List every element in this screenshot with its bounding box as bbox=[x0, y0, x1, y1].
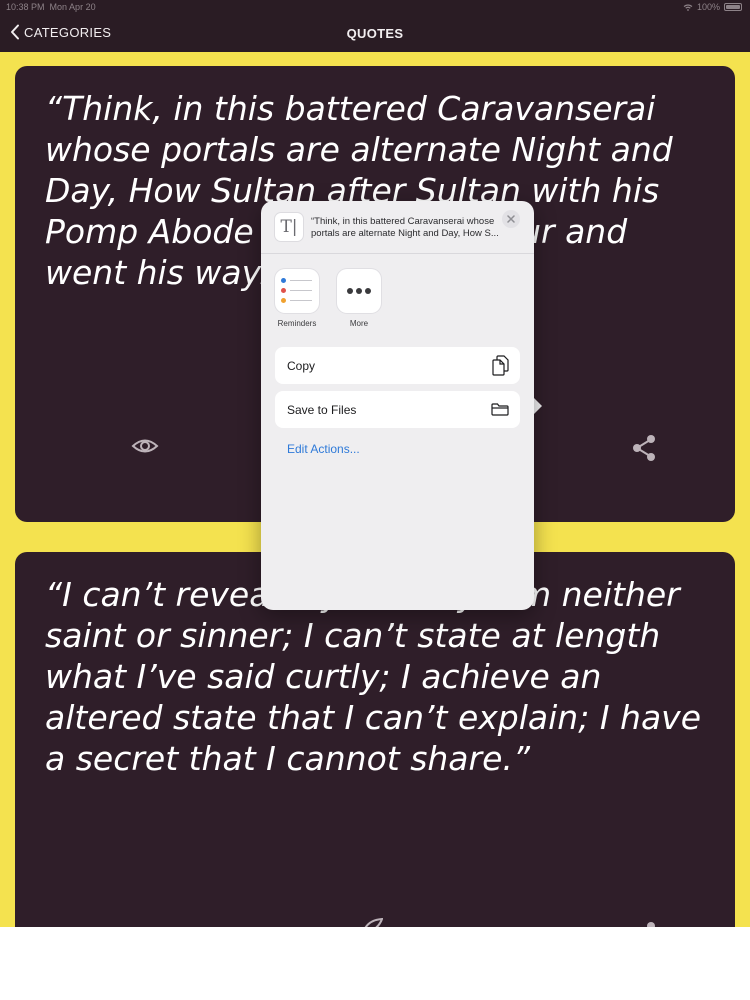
copy-icon bbox=[492, 355, 509, 376]
more-icon bbox=[337, 269, 381, 313]
battery-fill bbox=[726, 5, 740, 9]
app-label: More bbox=[349, 319, 369, 328]
copy-action[interactable]: Copy bbox=[275, 347, 520, 384]
share-sheet-header: T| “Think, in this battered Caravanserai… bbox=[261, 201, 534, 254]
wifi-icon bbox=[683, 3, 693, 11]
app-reminders[interactable]: Reminders bbox=[275, 269, 319, 328]
battery-icon bbox=[724, 3, 742, 11]
eye-icon[interactable] bbox=[131, 436, 159, 456]
app-more[interactable]: More bbox=[337, 269, 381, 328]
reminders-icon bbox=[275, 269, 319, 313]
share-sheet: T| “Think, in this battered Caravanserai… bbox=[261, 201, 534, 610]
share-icon[interactable] bbox=[631, 434, 657, 462]
share-icon[interactable] bbox=[645, 920, 657, 927]
edit-actions-link[interactable]: Edit Actions... bbox=[287, 442, 360, 456]
folder-icon bbox=[491, 403, 509, 416]
status-date: Mon Apr 20 bbox=[49, 2, 96, 12]
save-to-files-action[interactable]: Save to Files bbox=[275, 391, 520, 428]
status-time-date: 10:38 PM Mon Apr 20 bbox=[6, 2, 96, 12]
text-document-icon: T| bbox=[275, 213, 303, 241]
status-time: 10:38 PM bbox=[6, 2, 45, 12]
close-icon bbox=[507, 215, 515, 223]
status-right: 100% bbox=[683, 2, 742, 12]
battery-percent: 100% bbox=[696, 2, 720, 12]
app-screen: 10:38 PM Mon Apr 20 100% CATEGORIES QUOT… bbox=[0, 0, 750, 927]
status-bar: 10:38 PM Mon Apr 20 100% bbox=[0, 0, 750, 14]
leaf-icon[interactable] bbox=[361, 918, 383, 927]
page-title: QUOTES bbox=[346, 26, 404, 41]
navigation-bar: CATEGORIES QUOTES bbox=[0, 14, 750, 52]
action-label: Save to Files bbox=[287, 403, 357, 417]
action-label: Copy bbox=[287, 359, 316, 373]
share-app-row: Reminders More bbox=[275, 269, 381, 328]
share-preview-text: “Think, in this battered Caravanserai wh… bbox=[311, 216, 499, 239]
close-button[interactable] bbox=[502, 210, 520, 228]
app-label: Reminders bbox=[277, 319, 317, 328]
